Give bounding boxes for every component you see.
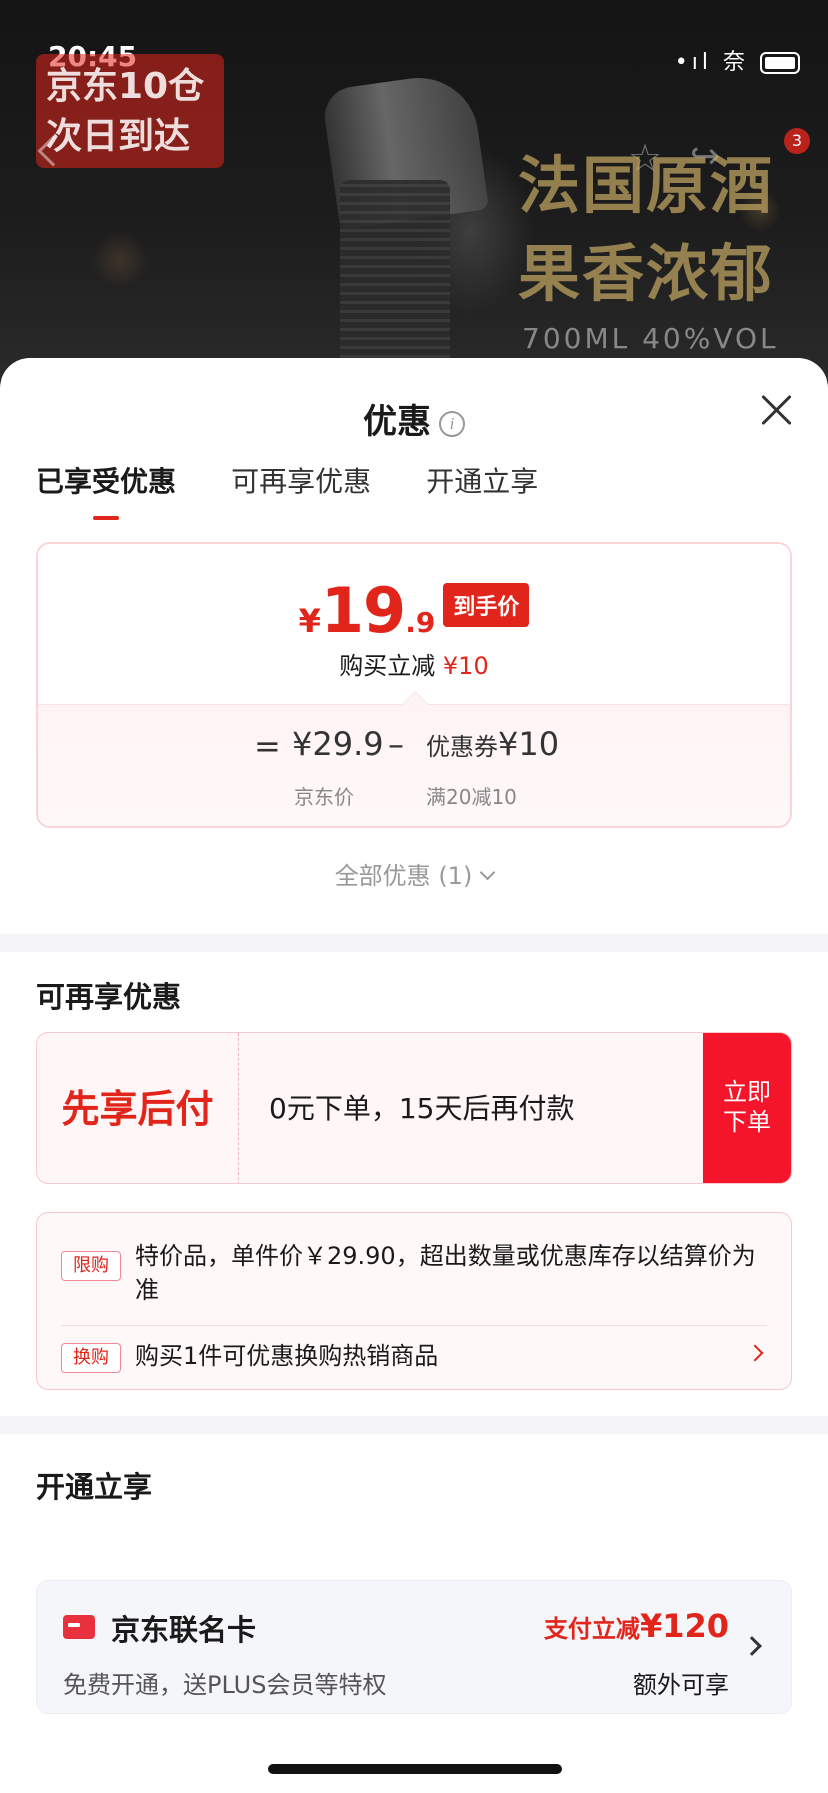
all-discounts-toggle[interactable]: 全部优惠 (1) [0,856,828,891]
card-discount-amount: ¥120 [639,1607,729,1645]
instant-discount-label: 购买立减 [339,652,436,680]
credit-card-icon [63,1615,95,1639]
chevron-right-icon [742,1636,762,1656]
final-price: ¥19.9 到手价 [38,574,790,647]
sheet-title: 优惠 i [0,394,828,443]
final-price-badge: 到手价 [443,583,530,627]
equals-sign: = [254,727,281,765]
price-decimal: .9 [405,606,436,639]
instant-discount: 购买立减 ¥10 [38,646,790,681]
wifi-icon: 奈 [722,50,749,75]
card-desc: 免费开通，送PLUS会员等特权 [63,1671,387,1699]
promo-line-1: 京东10仓 [46,66,205,107]
status-icons: •ıl 奈 [675,44,800,76]
pay-later-name: 先享后付 [37,1033,239,1183]
rules-divider [61,1325,767,1326]
final-price-section: ¥19.9 到手价 购买立减 ¥10 [38,544,790,704]
limit-tag: 限购 [61,1251,121,1281]
exchange-text: 购买1件可优惠换购热销商品 [135,1342,439,1370]
cart-badge[interactable]: 3 [784,128,810,154]
rule-row-limit: 限购 特价品，单件价￥29.90，超出数量或优惠库存以结算价为准 [61,1239,767,1309]
exchange-tag: 换购 [61,1343,121,1373]
price-currency: ¥ [298,602,321,640]
coupon-amount: 优惠券¥10 [426,725,559,763]
open-section-title: 开通立享 [36,1470,153,1504]
battery-icon [760,52,800,74]
card-extra: 额外可享 [633,1671,729,1699]
instant-discount-amount: ¥10 [442,652,489,680]
reusable-section-title: 可再享优惠 [36,980,182,1014]
order-now-button[interactable]: 立即 下单 [703,1033,791,1183]
all-discounts-label: 全部优惠 (1) [334,862,473,890]
jd-price: ¥29.9 [292,725,384,763]
coupon-prefix: 优惠券 [426,733,498,761]
jd-price-label: 京东价 [294,785,354,809]
price-breakdown-card: ¥19.9 到手价 购买立减 ¥10 = ¥29.9 京东价 – 优惠券¥10 满… [36,542,792,828]
minus-sign: – [388,725,404,763]
pay-later-card[interactable]: 先享后付 0元下单，15天后再付款 立即 下单 [36,1032,792,1184]
chevron-down-icon [480,864,496,881]
slogan-line-1: 法国原酒 [518,149,775,222]
info-icon[interactable]: i [439,411,465,437]
product-banner: 20:45 •ıl 奈 京东10仓 次日到达 ☆ ↪ 3 法国原酒 果香浓郁 7… [0,0,828,380]
discount-tabs: 已享受优惠 可再享优惠 开通立享 [0,448,828,528]
tab-enjoyed[interactable]: 已享受优惠 [36,448,176,520]
card-name: 京东联名卡 [111,1613,257,1647]
order-now-line-1: 立即 [723,1078,771,1106]
slogan-line-2: 果香浓郁 [518,237,775,310]
banner-spec: 700ML 40%VOL [522,322,779,355]
tab-open-to-enjoy[interactable]: 开通立享 [426,448,538,500]
co-branded-card-promo[interactable]: 京东联名卡 免费开通，送PLUS会员等特权 支付立减¥120 额外可享 [36,1580,792,1714]
rule-row-exchange[interactable]: 换购 购买1件可优惠换购热销商品 [61,1339,767,1379]
coupon-value: ¥10 [498,725,560,763]
limit-text: 特价品，单件价￥29.90，超出数量或优惠库存以结算价为准 [135,1242,756,1304]
tab-more-discounts[interactable]: 可再享优惠 [231,448,371,500]
discount-sheet: 优惠 i 已享受优惠 可再享优惠 开通立享 ¥19.9 到手价 购买立减 ¥10 =… [0,358,828,1793]
order-now-line-2: 下单 [723,1108,771,1136]
banner-slogan: 法国原酒 果香浓郁 [518,142,774,318]
promo-line-2: 次日到达 [46,116,191,157]
sheet-title-text: 优惠 [363,402,431,442]
home-indicator[interactable] [268,1764,562,1774]
price-formula: = ¥29.9 京东价 – 优惠券¥10 满20减10 [38,704,790,826]
section-divider [0,1416,828,1434]
pay-later-desc: 0元下单，15天后再付款 [269,1092,575,1125]
sheet-header: 优惠 i [0,358,828,448]
purchase-rules-card: 限购 特价品，单件价￥29.90，超出数量或优惠库存以结算价为准 换购 购买1件… [36,1212,792,1390]
card-discount-prefix: 支付立减 [543,1615,640,1643]
bottle-body-image [340,180,450,380]
signal-icon: •ıl [674,50,712,75]
close-icon[interactable] [760,394,792,426]
card-discount: 支付立减¥120 [544,1607,729,1645]
price-integer: 19 [320,574,406,647]
coupon-rule: 满20减10 [426,785,517,809]
section-divider [0,934,828,952]
